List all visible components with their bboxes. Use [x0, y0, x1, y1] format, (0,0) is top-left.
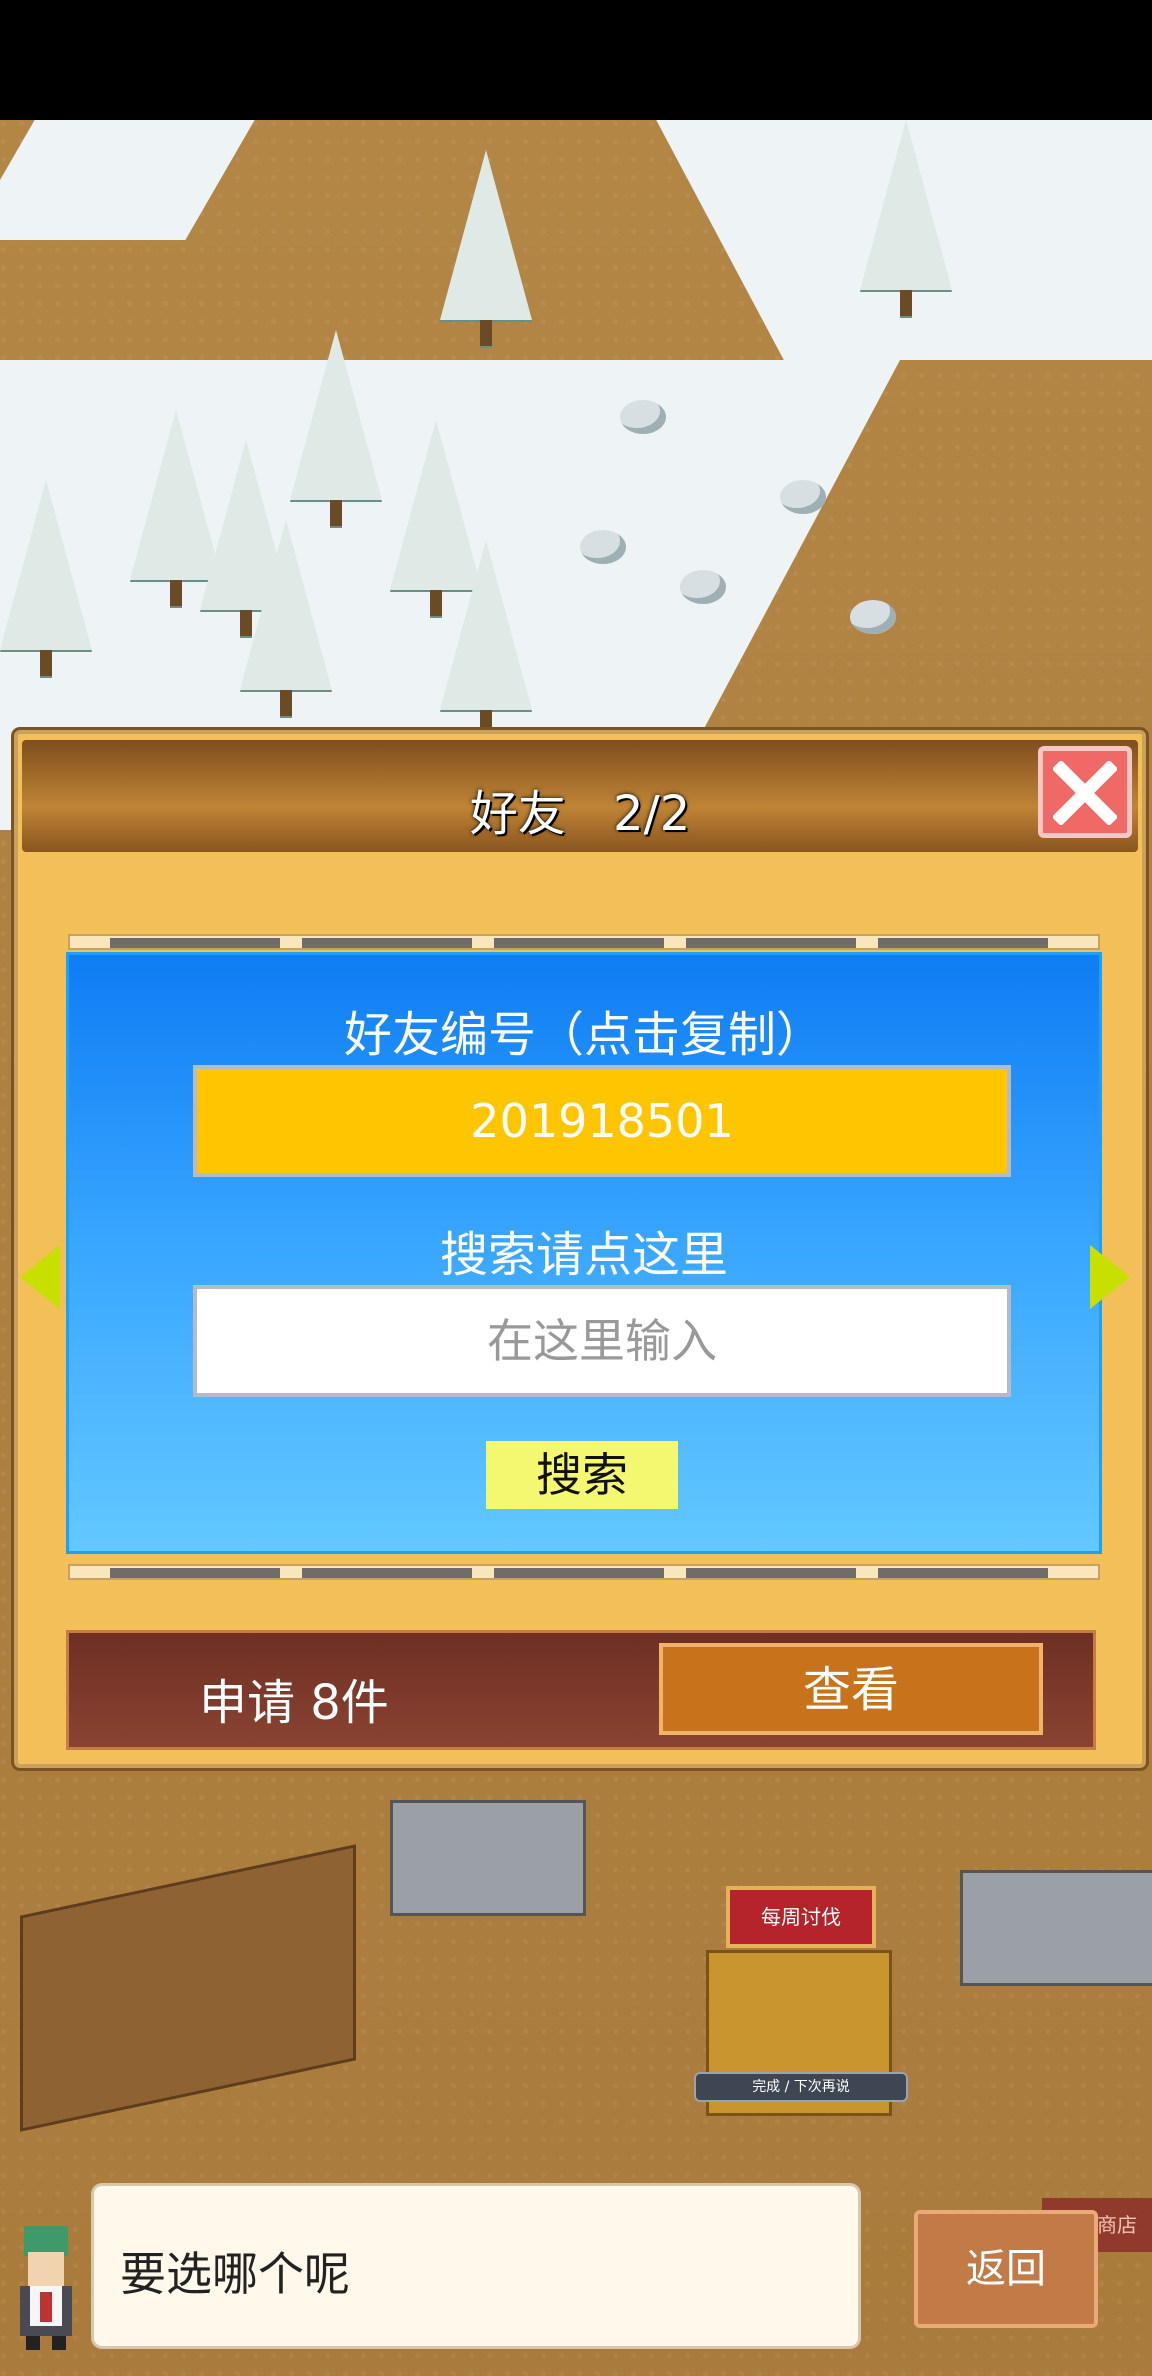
stone-plot[interactable]	[390, 1800, 586, 1916]
dialog-page-indicator: 2/2	[613, 786, 691, 842]
snowy-pine-tree	[440, 150, 532, 346]
status-bar	[0, 0, 1152, 120]
cabin-building[interactable]	[20, 1844, 356, 2132]
speech-bubble: 要选哪个呢	[94, 2186, 858, 2346]
dialog-title-text: 好友	[469, 786, 566, 842]
stone-plot[interactable]	[960, 1870, 1152, 1986]
snow-rock	[680, 570, 726, 604]
tab-strip-bottom	[68, 1564, 1100, 1580]
friend-id-panel: 好友编号（点击复制） 201918501 搜索请点这里 在这里输入 搜索	[66, 952, 1102, 1554]
snowy-pine-tree	[440, 540, 532, 736]
friend-dialog: 好友 2/2 好友编号（点击复制） 201918501 搜索请点这里 在这里输入…	[14, 730, 1146, 1768]
snow-patch	[0, 120, 255, 240]
friend-requests-count: 申请 8件	[199, 1675, 389, 1731]
friend-id-label: 好友编号（点击复制）	[343, 1007, 824, 1063]
close-icon	[1053, 761, 1117, 825]
weekly-battle-badge[interactable]: 每周讨伐	[726, 1886, 876, 1948]
next-page-arrow-icon[interactable]	[1090, 1245, 1130, 1309]
character-avatar	[20, 2226, 72, 2350]
search-label: 搜索请点这里	[439, 1227, 728, 1283]
tab-strip-top	[68, 934, 1100, 950]
back-button[interactable]: 返回	[914, 2210, 1098, 2328]
weekly-battle-note[interactable]: 完成 / 下次再说	[694, 2072, 908, 2102]
snowy-pine-tree	[240, 520, 332, 716]
speech-text: 要选哪个呢	[120, 2247, 350, 2301]
dialog-header: 好友 2/2	[22, 740, 1138, 852]
search-button[interactable]: 搜索	[486, 1441, 678, 1509]
prev-page-arrow-icon[interactable]	[20, 1245, 60, 1309]
snow-rock	[620, 400, 666, 434]
snow-rock	[580, 530, 626, 564]
friend-requests-bar: 申请 8件 查看	[66, 1630, 1096, 1750]
snowy-pine-tree	[290, 330, 382, 526]
friend-id-copy-box[interactable]: 201918501	[193, 1065, 1011, 1177]
view-requests-button[interactable]: 查看	[659, 1643, 1043, 1735]
snow-rock	[780, 480, 826, 514]
search-input[interactable]: 在这里输入	[193, 1285, 1011, 1397]
snowy-pine-tree	[0, 480, 92, 676]
snowy-pine-tree	[860, 120, 952, 316]
dialog-title: 好友 2/2	[22, 774, 1138, 844]
close-button[interactable]	[1038, 746, 1132, 838]
snow-rock	[850, 600, 896, 634]
